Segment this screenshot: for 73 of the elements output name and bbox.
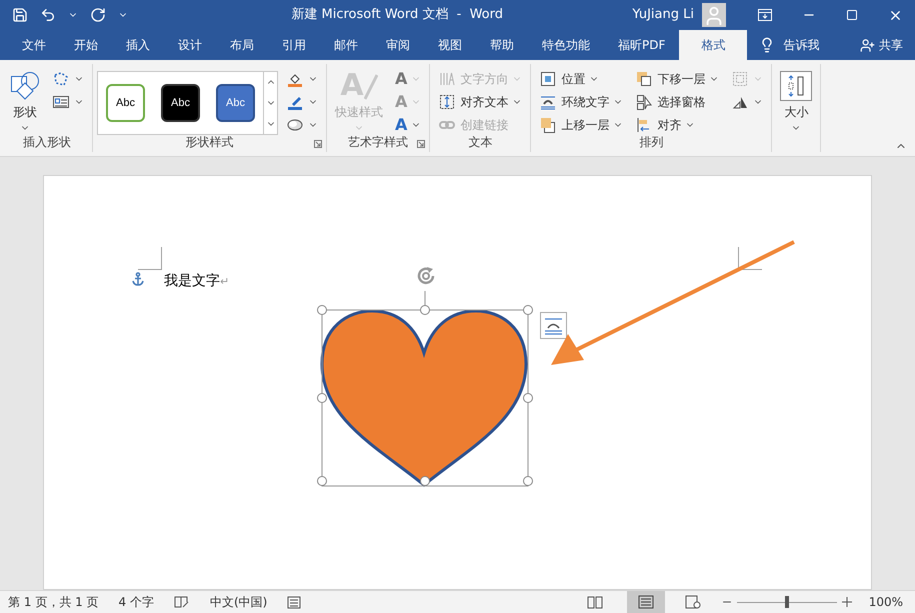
proofing-icon[interactable]: [174, 595, 190, 609]
zoom-percent[interactable]: 100%: [868, 593, 903, 611]
layout-options-icon[interactable]: [540, 312, 567, 339]
ribbon-tab[interactable]: 插入: [112, 30, 164, 60]
ribbon-button[interactable]: 上移一层: [535, 113, 628, 136]
page-layout-icon: [638, 595, 654, 609]
zoom-in-icon[interactable]: [840, 596, 853, 608]
position-icon: [539, 70, 558, 88]
maximize-icon[interactable]: [846, 9, 858, 21]
ribbon-tab[interactable]: 布局: [216, 30, 268, 60]
web-layout-icon[interactable]: [684, 595, 701, 609]
ribbon-button[interactable]: 下移一层: [631, 67, 724, 90]
group-label: 排列: [639, 134, 664, 151]
ribbon-button[interactable]: 对齐文本: [434, 90, 526, 113]
group-label: 插入形状: [23, 134, 71, 151]
ribbon-tab[interactable]: 视图: [424, 30, 476, 60]
word-count[interactable]: 4 个字: [118, 593, 154, 611]
align-text-icon: [438, 92, 456, 110]
dialog-launcher-icon[interactable]: [314, 140, 322, 148]
edit-points-icon: [52, 70, 70, 88]
bring-forward-icon: [539, 116, 558, 134]
ribbon-display-icon[interactable]: [758, 9, 772, 21]
read-mode-icon[interactable]: [586, 595, 603, 609]
group-label: 艺术字样式: [348, 134, 408, 151]
group-objects-icon: [731, 70, 750, 88]
page-count[interactable]: 第 1 页，共 1 页: [8, 593, 99, 611]
ribbon-icon-button[interactable]: A: [391, 113, 426, 136]
ribbon-tab[interactable]: 特色功能: [528, 30, 604, 60]
ribbon-button[interactable]: 对齐: [631, 113, 724, 136]
ribbon-tab[interactable]: 帮助: [476, 30, 528, 60]
ribbon-large-button[interactable]: 形状: [6, 67, 44, 135]
add-person-icon: [860, 38, 875, 52]
document-text: 我是文字↵: [164, 272, 230, 291]
zoom-slider[interactable]: [736, 595, 837, 609]
ribbon-tab[interactable]: 邮件: [320, 30, 372, 60]
letter-glyph: A: [395, 94, 408, 110]
zoom-slider-thumb[interactable]: [784, 596, 789, 608]
undo-icon[interactable]: [40, 7, 56, 23]
shape-style-option[interactable]: Abc: [216, 84, 255, 122]
save-icon[interactable]: [12, 7, 28, 23]
ribbon-button[interactable]: 环绕文字: [535, 90, 628, 113]
ribbon-button[interactable]: 选择窗格: [631, 90, 724, 113]
window-title: 新建 Microsoft Word 文档 - Word: [290, 6, 504, 24]
selection-pane-icon: [635, 92, 654, 110]
redo-icon[interactable]: [90, 7, 106, 23]
group-label: 形状样式: [186, 134, 234, 151]
language[interactable]: 中文(中国): [210, 593, 268, 611]
dialog-launcher-icon[interactable]: [417, 140, 426, 148]
ribbon-tab[interactable]: 引用: [268, 30, 320, 60]
anchor-icon: [131, 272, 145, 286]
ribbon-tab[interactable]: 文件: [8, 30, 60, 60]
ribbon-button[interactable]: 位置: [535, 67, 628, 90]
share-button[interactable]: 共享: [860, 30, 903, 60]
print-layout-button[interactable]: [626, 591, 665, 613]
tell-me-button[interactable]: 告诉我: [783, 36, 820, 54]
group-label: 文本: [468, 134, 492, 151]
letter-glyph: A: [395, 70, 408, 86]
ribbon-tab[interactable]: 设计: [164, 30, 216, 60]
user-name: YuJiang Li: [632, 6, 694, 24]
send-backward-icon: [635, 70, 654, 88]
ribbon-large-button[interactable]: 大小: [776, 67, 816, 135]
shapes-icon: [10, 71, 40, 101]
margin-corner-mark: [138, 247, 162, 270]
letter-glyph: A: [395, 116, 408, 132]
ribbon-tab[interactable]: 福昕PDF: [604, 30, 680, 60]
ribbon-tab[interactable]: 格式: [679, 30, 748, 60]
ribbon-tab[interactable]: 开始: [60, 30, 112, 60]
shape-style-option[interactable]: Abc: [106, 84, 145, 122]
size-icon: [780, 71, 812, 101]
ribbon-tab[interactable]: 审阅: [372, 30, 424, 60]
shape-style-option[interactable]: Abc: [161, 84, 200, 122]
macro-icon[interactable]: [287, 595, 302, 609]
margin-corner-mark: [738, 247, 762, 270]
